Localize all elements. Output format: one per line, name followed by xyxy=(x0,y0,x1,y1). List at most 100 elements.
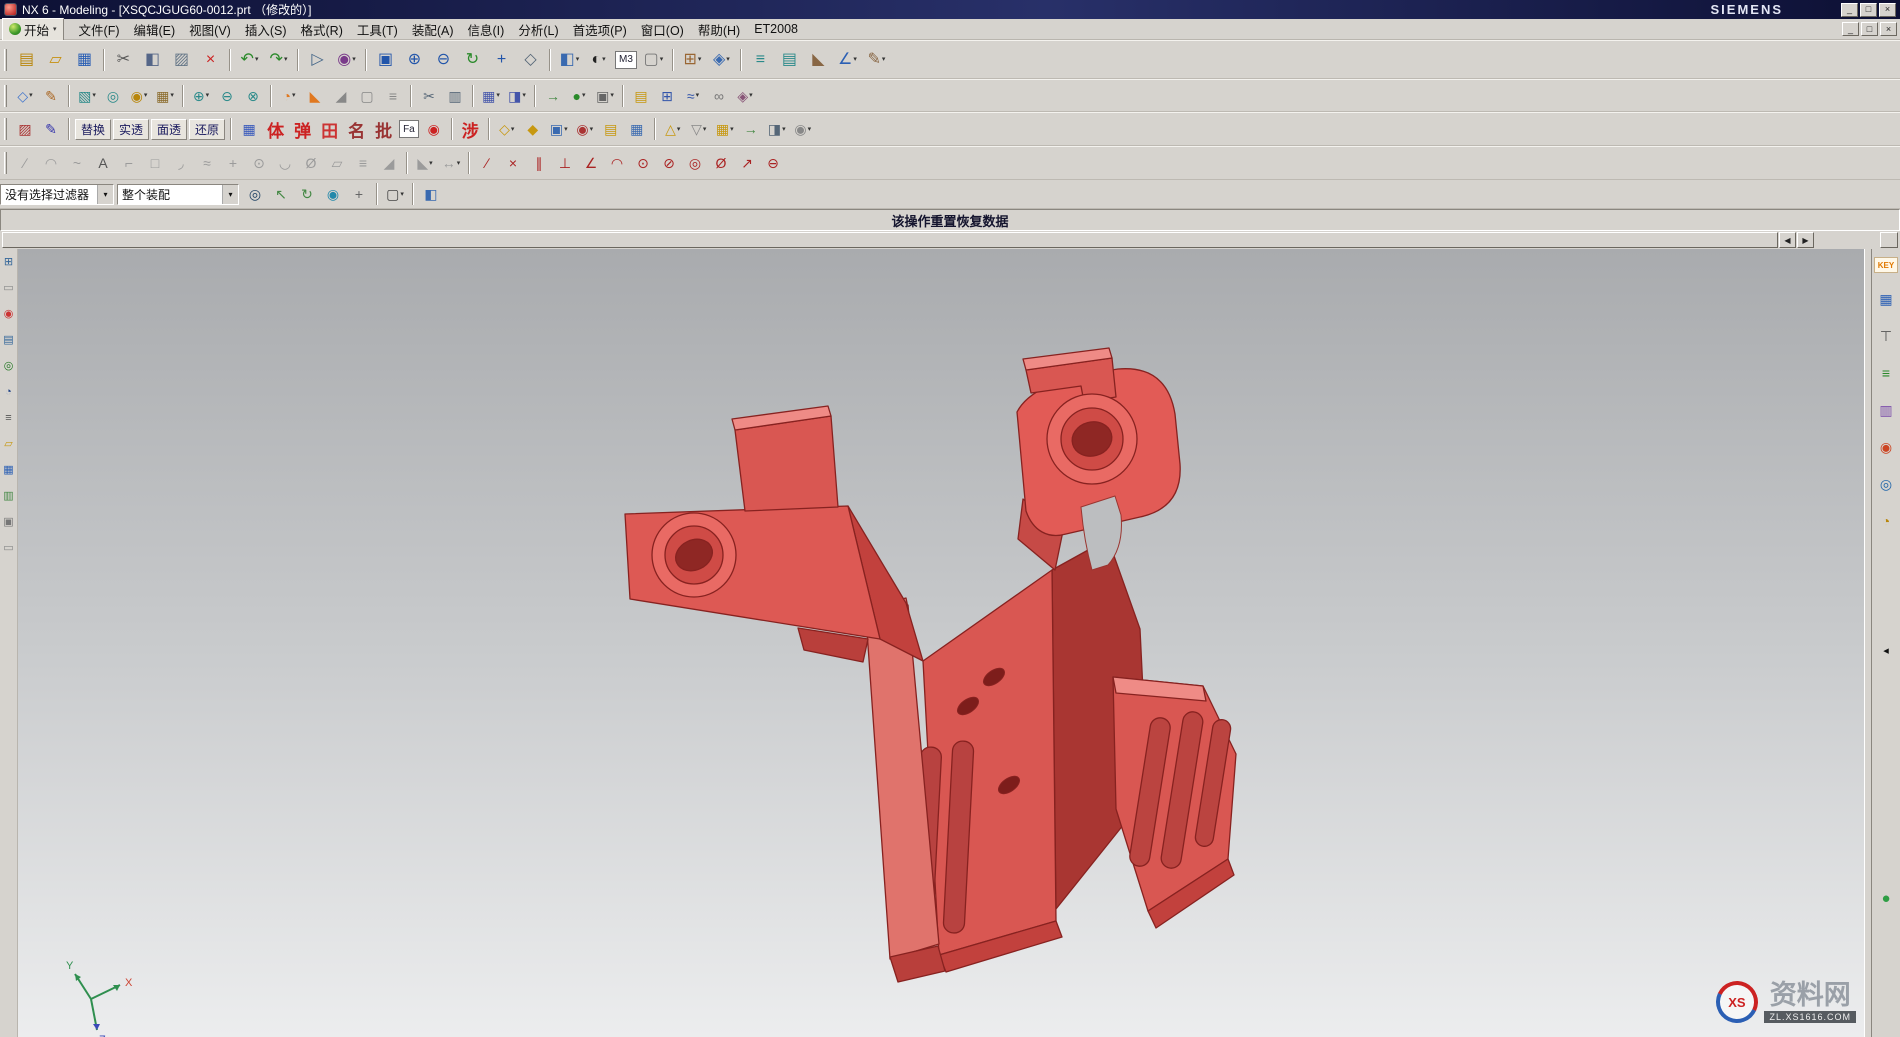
trim-body-icon[interactable]: ✂ xyxy=(417,84,441,108)
dropdown-arrow[interactable]: ▾ xyxy=(29,92,33,99)
sketch-dimension-icon[interactable]: ↔▾ xyxy=(439,151,463,175)
resource-collapse-arrow[interactable]: ◂ xyxy=(1875,643,1897,657)
dropdown-arrow[interactable]: ▾ xyxy=(284,56,288,63)
draft-icon[interactable]: ◢ xyxy=(329,84,353,108)
restore-button[interactable]: 还原 xyxy=(189,119,225,140)
sketch-point-icon[interactable]: + xyxy=(221,151,245,175)
model-bracket[interactable] xyxy=(625,348,1236,982)
cut-icon[interactable]: ✂ xyxy=(110,46,137,73)
dropdown-arrow[interactable]: ▾ xyxy=(590,126,594,133)
shell-icon[interactable]: ▢ xyxy=(355,84,379,108)
work-layer-icon[interactable]: ◈▾ xyxy=(708,46,735,73)
sketch-fillet-icon[interactable]: ◞ xyxy=(169,151,193,175)
hole-icon[interactable]: ◉▾ xyxy=(127,84,151,108)
sphere-icon[interactable]: ●▾ xyxy=(567,84,591,108)
key-toolbar-icon[interactable]: KEY xyxy=(1874,257,1898,273)
doc-restore-button[interactable]: □ xyxy=(1861,22,1878,36)
menu-format[interactable]: 格式(R) xyxy=(294,19,350,40)
rail-doc-icon[interactable]: ▤ xyxy=(1,332,16,347)
menu-window[interactable]: 窗口(O) xyxy=(634,19,691,40)
new-file-icon[interactable]: ▤ xyxy=(13,46,40,73)
dropdown-arrow[interactable]: ▾ xyxy=(496,92,500,99)
command-repeat-icon[interactable]: ▷ xyxy=(304,46,331,73)
assembly-report-icon[interactable]: ▦ xyxy=(625,117,649,141)
graphics-canvas[interactable]: X Y Z xyxy=(18,249,1864,1037)
dim-slash-circle-icon[interactable]: ⊘ xyxy=(657,151,681,175)
sketch-icon[interactable]: ✎ xyxy=(39,84,63,108)
toolbar-grip[interactable] xyxy=(4,152,7,174)
dropdown-arrow[interactable]: ▾ xyxy=(882,56,886,63)
pattern-assembly-icon[interactable]: ▦▾ xyxy=(713,117,737,141)
show-hide-icon[interactable]: ◈▾ xyxy=(733,84,757,108)
rail-target-icon[interactable]: ◉ xyxy=(1,306,16,321)
sketch-project-icon[interactable]: ◢ xyxy=(377,151,401,175)
split-body-icon[interactable]: ▥ xyxy=(443,84,467,108)
shaded-display-icon[interactable]: ◧▾ xyxy=(556,46,583,73)
paint-display-icon[interactable]: ▨ xyxy=(13,117,37,141)
dropdown-arrow[interactable]: ▾ xyxy=(564,126,568,133)
edit-display-icon[interactable]: ✎ xyxy=(39,117,63,141)
reuse-library-icon[interactable]: ▥ xyxy=(1875,399,1897,421)
h-scrollbar-thumb[interactable] xyxy=(2,232,1778,248)
dropdown-arrow[interactable]: ▾ xyxy=(698,56,702,63)
add-component-icon[interactable]: ▤ xyxy=(629,84,653,108)
open-file-icon[interactable]: ▱ xyxy=(42,46,69,73)
toolbar-overflow-box[interactable] xyxy=(1880,232,1898,248)
datum-plane-icon[interactable]: ◇▾ xyxy=(13,84,37,108)
dropdown-arrow[interactable]: ▾ xyxy=(292,92,296,99)
combo-dropdown-button[interactable]: ▾ xyxy=(97,185,113,204)
dim-arc-icon[interactable]: ◠ xyxy=(605,151,629,175)
dim-parallel-icon[interactable]: ∥ xyxy=(527,151,551,175)
rail-pin-icon[interactable]: ▭ xyxy=(1,540,16,555)
break-view-icon[interactable]: ▽▾ xyxy=(687,117,711,141)
save-icon[interactable]: ▦ xyxy=(71,46,98,73)
red-dot-icon[interactable]: ◉ xyxy=(422,117,446,141)
dim-leader-icon[interactable]: ↗ xyxy=(735,151,759,175)
combo-dropdown-button[interactable]: ▾ xyxy=(222,185,238,204)
move-component-icon[interactable]: → xyxy=(739,117,763,141)
assembly-constraints-icon[interactable]: ⊞ xyxy=(655,84,679,108)
dim-cross-icon[interactable]: × xyxy=(501,151,525,175)
menu-information[interactable]: 信息(I) xyxy=(461,19,512,40)
dropdown-arrow[interactable]: ▾ xyxy=(170,92,174,99)
dropdown-arrow[interactable]: ▾ xyxy=(400,191,404,198)
rail-grid-icon[interactable]: ⊞ xyxy=(1,254,16,269)
rotate-view-icon[interactable]: ↻ xyxy=(459,46,486,73)
dropdown-arrow[interactable]: ▾ xyxy=(255,56,259,63)
dropdown-arrow[interactable]: ▾ xyxy=(92,92,96,99)
rail-globe-icon[interactable]: ◎ xyxy=(1,358,16,373)
model-left-tab-face[interactable] xyxy=(735,416,838,511)
batch-tool-button[interactable]: 批 xyxy=(371,117,396,142)
menu-preferences[interactable]: 首选项(P) xyxy=(566,19,634,40)
select-previous-icon[interactable]: ↖ xyxy=(269,182,293,206)
dim-line-icon[interactable]: ∕ xyxy=(475,151,499,175)
interpart-link-icon[interactable]: ∞ xyxy=(707,84,731,108)
dropdown-arrow[interactable]: ▾ xyxy=(726,56,730,63)
spring-tool-button[interactable]: 弹 xyxy=(290,117,315,142)
menu-help[interactable]: 帮助(H) xyxy=(691,19,747,40)
assembly-arrangement-icon[interactable]: ▣▾ xyxy=(547,117,571,141)
wcs-triad[interactable]: X Y Z xyxy=(66,960,133,1037)
redo-icon[interactable]: ↷▾ xyxy=(265,46,292,73)
dropdown-arrow[interactable]: ▾ xyxy=(352,56,356,63)
extrude-icon[interactable]: ▧▾ xyxy=(75,84,99,108)
zoom-in-icon[interactable]: ⊕ xyxy=(401,46,428,73)
perspective-icon[interactable]: ◇ xyxy=(517,46,544,73)
assembly-clearance-icon[interactable]: ◉▾ xyxy=(573,117,597,141)
menu-assemblies[interactable]: 装配(A) xyxy=(405,19,461,40)
rail-folder-icon[interactable]: ▱ xyxy=(1,436,16,451)
sketch-polygon-icon[interactable]: ▱ xyxy=(325,151,349,175)
doc-close-button[interactable]: × xyxy=(1880,22,1897,36)
m3-view-button[interactable]: M3 xyxy=(615,51,637,69)
minimize-button[interactable]: _ xyxy=(1841,3,1858,17)
rail-chart-icon[interactable]: ▥ xyxy=(1,488,16,503)
part-navigator-icon[interactable]: ≡ xyxy=(1875,362,1897,384)
assembly-sequence-icon[interactable]: ◆ xyxy=(521,117,545,141)
dropdown-arrow[interactable]: ▾ xyxy=(602,56,606,63)
dropdown-arrow[interactable]: ▾ xyxy=(808,126,812,133)
mirror-feature-icon[interactable]: ◨▾ xyxy=(505,84,529,108)
sketch-diameter-icon[interactable]: Ø xyxy=(299,151,323,175)
datum-display-icon[interactable]: ◣ xyxy=(805,46,832,73)
fa-tool-button[interactable]: Fa xyxy=(399,120,419,138)
copy-icon[interactable]: ◧ xyxy=(139,46,166,73)
